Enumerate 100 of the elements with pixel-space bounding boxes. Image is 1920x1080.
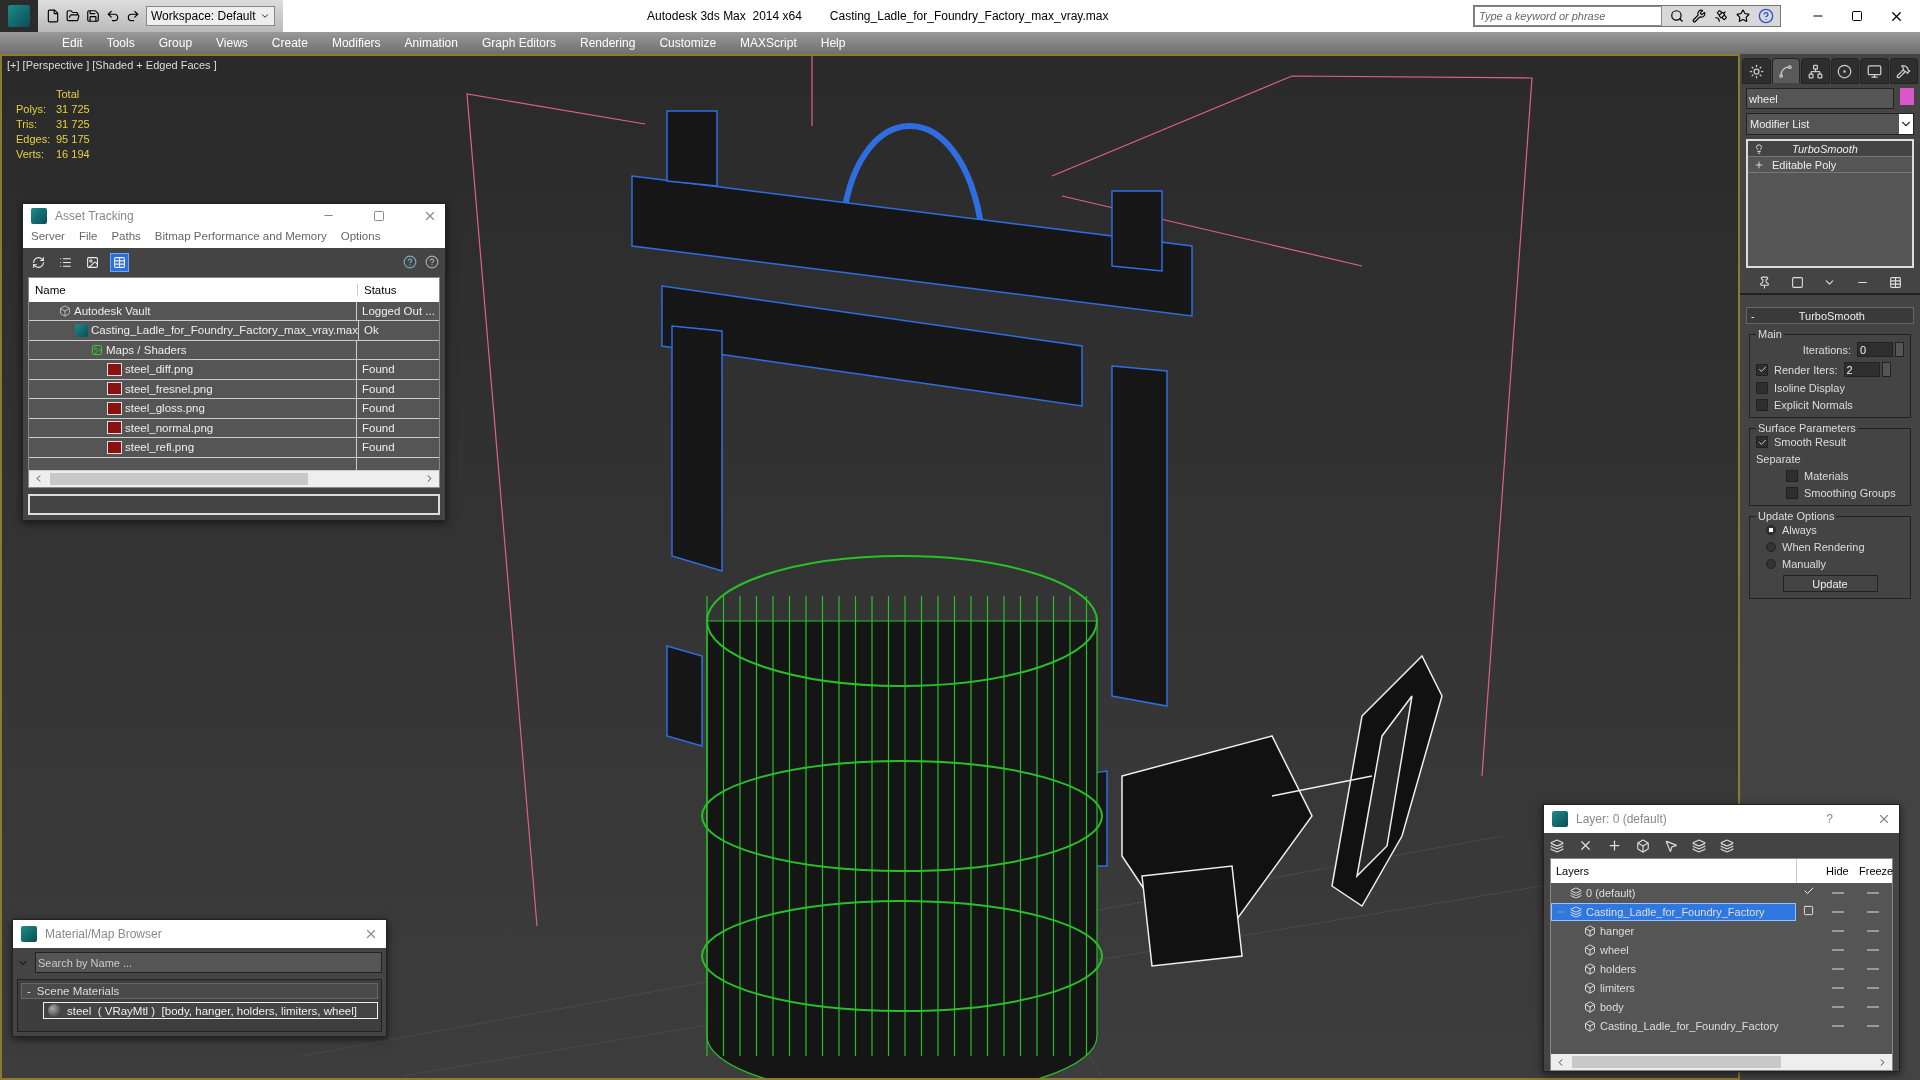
current-check-icon[interactable]	[1802, 885, 1815, 897]
app-menu-button[interactable]	[0, 0, 38, 32]
menu-item[interactable]: Options	[340, 229, 381, 242]
help-icon[interactable]	[1758, 8, 1774, 24]
checkbox[interactable]	[1756, 436, 1768, 448]
viewport-label[interactable]: [+] [Perspective ] [Shaded + Edged Faces ]	[7, 59, 217, 71]
menu-item[interactable]: Paths	[111, 229, 141, 242]
column-header: Hide	[1825, 865, 1850, 877]
material-group-header[interactable]: - Scene Materials	[21, 983, 378, 999]
update-button[interactable]: Update	[1782, 575, 1878, 592]
open-folder-icon[interactable]	[66, 9, 80, 23]
radio-button[interactable]	[1766, 559, 1776, 569]
color-swatch[interactable]	[1900, 88, 1914, 105]
menu-item[interactable]: MAXScript	[728, 36, 809, 50]
command-tab[interactable]	[1889, 58, 1918, 84]
checkbox[interactable]	[1756, 382, 1768, 394]
plus-icon	[1754, 159, 1764, 170]
modifier-stack-item[interactable]: TurboSmooth	[1748, 141, 1912, 157]
help-icon[interactable]	[425, 255, 439, 270]
asset-name[interactable]: steel_refl.png	[125, 441, 195, 454]
view-button[interactable]	[110, 252, 129, 272]
rollout-header[interactable]: - TurboSmooth	[1746, 307, 1914, 324]
command-tab[interactable]	[1801, 58, 1830, 84]
refresh-icon	[32, 255, 45, 269]
stats-value: 31 725	[56, 103, 90, 115]
asset-name[interactable]: Maps / Shaders	[106, 344, 187, 356]
layer-row-name[interactable]: Casting_Ladle_for_Foundry_Factory	[1551, 902, 1796, 921]
menu-item[interactable]: Tools	[94, 36, 147, 50]
checkbox[interactable]	[1756, 399, 1768, 411]
star-icon[interactable]	[1736, 9, 1750, 23]
app-logo-icon	[75, 324, 88, 337]
search-field[interactable]: Type a keyword or phrase	[1474, 6, 1662, 26]
delete-icon[interactable]	[1578, 838, 1593, 853]
menu-item[interactable]: Server	[31, 229, 65, 242]
menu-item[interactable]: Graph Editors	[469, 36, 568, 50]
layer-icon[interactable]	[1692, 838, 1706, 853]
asset-name[interactable]: steel_normal.png	[125, 422, 214, 434]
menu-item[interactable]: Bitmap Performance and Memory	[154, 229, 327, 242]
radio-button[interactable]	[1766, 525, 1776, 535]
material-item[interactable]: steel ( VRayMtl ) [body, hanger, holders, limiters, wheel]	[43, 1002, 378, 1019]
layer-row-name[interactable]: hanger	[1551, 921, 1796, 940]
menu-item[interactable]: Edit	[50, 36, 95, 50]
new-file-icon[interactable]	[46, 9, 60, 23]
asset-name[interactable]: steel_gloss.png	[125, 402, 205, 415]
menu-item[interactable]: Animation	[392, 36, 470, 50]
redo-icon[interactable]	[126, 9, 140, 23]
menu-item[interactable]: File	[78, 229, 98, 242]
current-box-icon[interactable]	[1803, 904, 1814, 916]
add-icon[interactable]	[1607, 838, 1622, 853]
modifier-list-dropdown[interactable]: Modifier List	[1746, 113, 1914, 135]
checkbox[interactable]	[1756, 363, 1768, 376]
asset-name[interactable]: steel_diff.png	[125, 363, 194, 376]
maximize-icon[interactable]	[1851, 10, 1863, 22]
layer-row-name[interactable]: body	[1551, 997, 1796, 1016]
radio-label: When Rendering	[1782, 541, 1865, 553]
layer-row-name[interactable]: limiters	[1551, 978, 1796, 997]
asset-name[interactable]: steel_fresnel.png	[125, 383, 213, 395]
search-field[interactable]: Search by Name ...	[35, 952, 382, 973]
path-field[interactable]	[28, 493, 440, 515]
menu-item[interactable]: Views	[204, 36, 260, 50]
help-icon[interactable]	[403, 255, 417, 270]
checkbox[interactable]	[1786, 470, 1798, 482]
command-tab[interactable]	[1860, 58, 1889, 84]
app-title: Autodesk 3ds Max 2014 x64	[647, 9, 802, 23]
menu-item[interactable]: Group	[146, 36, 205, 50]
pin-icon[interactable]	[1757, 276, 1771, 289]
menu-item[interactable]: Modifiers	[319, 36, 393, 50]
layer-row-name[interactable]: wheel	[1551, 940, 1796, 959]
scrollbar[interactable]	[1551, 1054, 1892, 1070]
menu-item[interactable]: Customize	[647, 36, 729, 50]
command-tab[interactable]	[1771, 58, 1800, 83]
search-icon[interactable]	[1670, 9, 1684, 23]
stats-label: Verts:	[16, 148, 46, 160]
spinner-field[interactable]: 2	[1843, 362, 1880, 377]
command-tab[interactable]	[1742, 58, 1771, 84]
command-tab[interactable]	[1830, 58, 1859, 84]
select-layer-icon[interactable]	[1664, 838, 1678, 853]
object-name-field[interactable]: wheel	[1746, 88, 1894, 109]
lightbulb-icon	[1754, 143, 1764, 154]
menu-item[interactable]: Create	[259, 36, 320, 50]
wrench-icon[interactable]	[1692, 9, 1706, 23]
radio-button[interactable]	[1766, 542, 1776, 552]
undo-icon[interactable]	[106, 9, 120, 23]
checkbox-label: Render Iters:	[1774, 363, 1838, 376]
checkbox[interactable]	[1786, 487, 1798, 499]
menu-item[interactable]: Help	[808, 36, 858, 50]
stats-header: Total	[56, 88, 81, 100]
layers-icon[interactable]	[1720, 838, 1734, 853]
layer-row-name[interactable]: holders	[1551, 959, 1796, 978]
spinner-field[interactable]: 0	[1857, 342, 1893, 357]
menu-item[interactable]: Rendering	[568, 36, 648, 50]
satellite-icon[interactable]	[1714, 9, 1728, 23]
help-button[interactable]: ?	[1826, 812, 1833, 826]
asset-name[interactable]: Casting_Ladle_for_Foundry_Factory_max_vray.max	[91, 324, 358, 337]
layer-row-name[interactable]: Casting_Ladle_for_Foundry_Factory	[1551, 1016, 1796, 1035]
workspace-dropdown[interactable]: Workspace: Default	[146, 6, 275, 26]
asset-name[interactable]: Autodesk Vault	[74, 305, 151, 317]
save-icon[interactable]	[86, 9, 100, 23]
new-layer-icon[interactable]	[1550, 838, 1564, 853]
layer-row-name[interactable]: 0 (default)	[1551, 883, 1796, 902]
